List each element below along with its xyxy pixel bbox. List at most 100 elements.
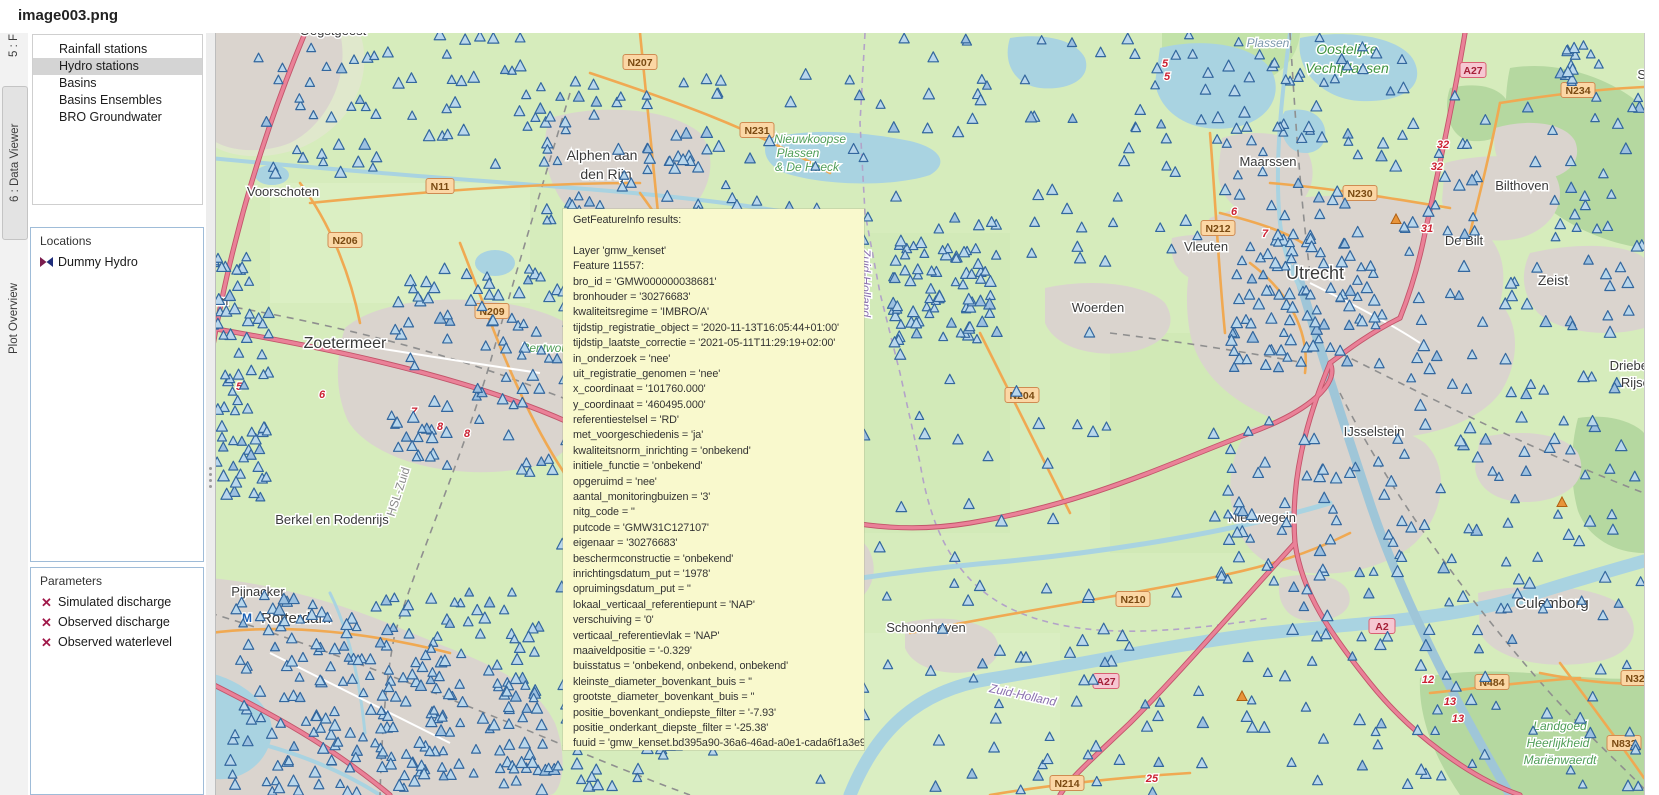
popup-line: maaiveldpositie = '-0.329' [573,644,864,659]
parameters-panel-title: Parameters [31,568,203,592]
popup-line: nitg_code = '' [573,505,864,520]
locations-panel-title: Locations [31,228,203,252]
getfeatureinfo-popup: GetFeatureInfo results: Layer 'gmw_kense… [563,209,864,750]
side-tab-plot-overview[interactable]: Plot Overview [2,258,26,380]
exit-number: 8 [437,421,444,433]
map-label: Oegstgeest [300,33,367,38]
exit-number: 13 [1452,713,1464,725]
exit-number: 6 [1231,206,1238,218]
popup-line: positie_bovenkant_ondiepste_filter = '-7… [573,706,864,721]
map-label: Schoonhoven [886,620,966,635]
map-label: Woerden [1072,300,1125,315]
parameter-item[interactable]: ✕Observed waterlevel [31,632,203,652]
popup-line: positie_onderkant_diepste_filter = '-25.… [573,721,864,736]
popup-line: verschuiving = '0' [573,613,864,628]
road-shield-n207: N207 [623,55,657,70]
popup-line: Feature 11557: [573,259,864,274]
map-svg[interactable]: OegstgeestVoorschotenAlphen aanden RijnZ… [210,33,1644,795]
map-label: Nieuwkoopse [774,132,846,146]
map-label: Utrecht [1286,263,1344,283]
layer-item-rainfall-stations[interactable]: Rainfall stations [33,41,202,58]
svg-text:N210: N210 [1120,594,1145,606]
layer-item-bro-groundwater[interactable]: BRO Groundwater [33,109,202,126]
road-shield-n214: N214 [1050,776,1084,791]
popup-line: uit_registratie_genomen = 'nee' [573,367,864,382]
sidebar: Rainfall stationsHydro stationsBasinsBas… [28,33,206,795]
road-shield-a27: A27 [1460,63,1486,78]
popup-line: kwaliteitsnorm_inrichting = 'onbekend' [573,444,864,459]
exit-number: 31 [1421,223,1433,235]
map-label: Plassen [1247,36,1290,50]
road-shield-n11: N11 [426,179,454,194]
locations-panel: Locations Dummy Hydro [30,227,204,562]
popup-line: kleinste_diameter_bovenkant_buis = '' [573,675,864,690]
vertical-tab-strip: 5 : F 6 : Data Viewer Plot Overview [0,33,29,795]
road-shield-a2: A2 [1369,619,1395,634]
x-icon: ✕ [38,636,55,649]
title-bar: image003.png [0,0,1659,34]
road-shield-n206: N206 [328,233,362,248]
panel-splitter[interactable] [206,33,216,795]
popup-line: GetFeatureInfo results: [573,213,864,228]
application-window: image003.png 5 : F 6 : Data Viewer Plot Ov… [0,0,1659,795]
popup-line: bronhouder = '30276683' [573,290,864,305]
svg-text:N212: N212 [1205,223,1230,235]
road-shield-n320: N320 [1621,671,1644,686]
layer-item-basins-ensembles[interactable]: Basins Ensembles [33,92,202,109]
parameter-item[interactable]: ✕Observed discharge [31,612,203,632]
popup-line: tijdstip_registratie_object = '2020-11-1… [573,321,864,336]
popup-line: referentiestelsel = 'RD' [573,413,864,428]
map-viewport[interactable]: OegstgeestVoorschotenAlphen aanden RijnZ… [210,33,1644,795]
road-shield-n212: N212 [1201,221,1235,236]
map-label: Alphen aan [567,147,638,163]
window-title: image003.png [18,7,118,24]
popup-line: aantal_monitoringbuizen = '3' [573,490,864,505]
svg-text:N207: N207 [627,57,652,69]
popup-line: y_coordinaat = '460495.000' [573,398,864,413]
popup-line: x_coordinaat = '101760.000' [573,382,864,397]
x-icon: ✕ [38,616,55,629]
svg-text:N231: N231 [744,125,769,137]
layer-list[interactable]: Rainfall stationsHydro stationsBasinsBas… [32,34,203,205]
map-label: Rijsenburg [1621,375,1644,390]
popup-line: in_onderzoek = 'nee' [573,352,864,367]
layer-item-basins[interactable]: Basins [33,75,202,92]
map-label: Driebergen- [1610,358,1644,373]
popup-line: fuuid = 'gmw_kenset.bd395a90-36a6-46ad-a… [573,736,864,750]
location-item[interactable]: Dummy Hydro [31,252,203,272]
popup-line: inrichtingsdatum_put = '1978' [573,567,864,582]
svg-text:A27: A27 [1096,676,1115,688]
map-label: Mariënwaerdt [1524,753,1597,767]
parameter-item[interactable]: ✕Simulated discharge [31,592,203,612]
popup-line: Layer 'gmw_kenset' [573,244,864,259]
layer-item-hydro-stations[interactable]: Hydro stations [33,58,202,75]
exit-number: 5 [1162,58,1169,70]
popup-line [573,228,864,243]
map-label: Heerlijkheid [1527,736,1590,750]
popup-line: lokaal_verticaal_referentiepunt = 'NAP' [573,598,864,613]
x-icon: ✕ [38,596,55,609]
exit-number: 6 [319,389,326,401]
map-label: Maarssen [1239,154,1296,169]
location-flag-icon [38,256,55,268]
popup-line: opgeruimd = 'nee' [573,475,864,490]
svg-text:N320: N320 [1625,673,1644,685]
popup-line: opruimingsdatum_put = '' [573,582,864,597]
svg-text:A2: A2 [1375,621,1389,633]
exit-number: 32 [1431,161,1443,173]
map-label: Berkel en Rodenrijs [275,512,389,527]
popup-line: met_voorgeschiedenis = 'ja' [573,428,864,443]
exit-number: 8 [464,428,471,440]
svg-text:N11: N11 [431,181,450,193]
right-margin [1644,33,1659,795]
exit-number: 7 [1262,228,1269,240]
map-label: Bilthoven [1495,178,1548,193]
popup-line: grootste_diameter_bovenkant_buis = '' [573,690,864,705]
map-label: Pijnacker [231,584,285,599]
road-shield-n230: N230 [1343,186,1377,201]
side-tab-6-data-viewer[interactable]: 6 : Data Viewer [2,86,28,240]
side-tab-5-f[interactable]: 5 : F [2,33,26,57]
svg-text:N230: N230 [1347,188,1372,200]
popup-line: verticaal_referentievlak = 'NAP' [573,629,864,644]
map-label: Zeist [1538,272,1568,288]
